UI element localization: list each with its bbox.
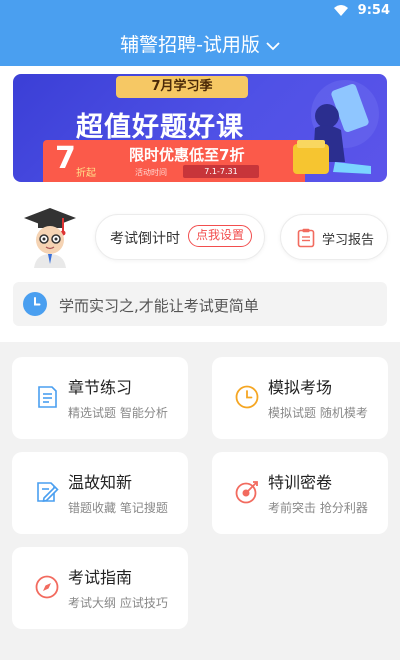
activity-dates: 7.1-7.31 [183, 165, 259, 178]
card-title: 特训密卷 [268, 473, 333, 492]
clock-icon [23, 292, 47, 316]
target-icon [235, 481, 258, 504]
card-title: 温故知新 [68, 473, 133, 492]
app-title: 辅警招聘-试用版 [120, 34, 260, 56]
card-title: 考试指南 [68, 568, 133, 587]
chevron-down-icon [266, 41, 280, 50]
review-card[interactable]: 温故知新 错题收藏 笔记搜题 [12, 452, 188, 534]
report-icon [297, 228, 315, 248]
status-time: 9:54 [357, 3, 390, 18]
promo-title: 限时优惠低至7折 [129, 146, 245, 164]
card-subtitle: 精选试题 智能分析 [68, 406, 168, 420]
promo-strip: 7 折起 限时优惠低至7折 活动时间 7.1-7.31 [43, 140, 305, 182]
exam-countdown[interactable]: 考试倒计时 点我设置 [95, 214, 265, 260]
app-title-dropdown[interactable]: 辅警招聘-试用版 [0, 30, 400, 57]
student-illustration-icon [293, 80, 379, 174]
countdown-label: 考试倒计时 [110, 231, 180, 247]
banner-headline: 超值好题好课 [76, 112, 244, 143]
set-countdown-button[interactable]: 点我设置 [188, 225, 252, 247]
clock-icon [235, 385, 259, 409]
card-subtitle: 考前突击 抢分利器 [268, 501, 368, 515]
report-label: 学习报告 [322, 233, 375, 248]
card-subtitle: 错题收藏 笔记搜题 [68, 501, 168, 515]
compass-icon [35, 575, 59, 599]
card-subtitle: 考试大纲 应试技巧 [68, 596, 168, 610]
edit-document-icon [37, 482, 59, 502]
wifi-icon [334, 5, 348, 16]
motto-bar: 学而实习之,才能让考试更简单 [13, 282, 387, 326]
activity-label: 活动时间 [135, 168, 167, 177]
special-paper-card[interactable]: 特训密卷 考前突击 抢分利器 [212, 452, 388, 534]
discount-number: 7 [55, 141, 76, 176]
document-list-icon [38, 386, 57, 408]
mock-exam-card[interactable]: 模拟考场 模拟试题 随机模考 [212, 357, 388, 439]
discount-suffix: 折起 [76, 168, 96, 179]
study-report-button[interactable]: 学习报告 [280, 214, 388, 260]
promo-banner[interactable]: 7月学习季 超值好题好课 7 折起 限时优惠低至7折 活动时间 7.1-7.31 [13, 74, 387, 182]
exam-guide-card[interactable]: 考试指南 考试大纲 应试技巧 [12, 547, 188, 629]
banner-tag: 7月学习季 [116, 76, 248, 98]
top-section: 7月学习季 超值好题好课 7 折起 限时优惠低至7折 活动时间 7.1-7.31 [0, 66, 400, 342]
motto-text: 学而实习之,才能让考试更简单 [59, 297, 259, 315]
chapter-practice-card[interactable]: 章节练习 精选试题 智能分析 [12, 357, 188, 439]
card-subtitle: 模拟试题 随机模考 [268, 406, 368, 420]
mascot-avatar-icon [24, 208, 76, 268]
app-header: 9:54 辅警招聘-试用版 [0, 0, 400, 66]
card-title: 章节练习 [68, 378, 133, 397]
card-title: 模拟考场 [268, 378, 333, 397]
